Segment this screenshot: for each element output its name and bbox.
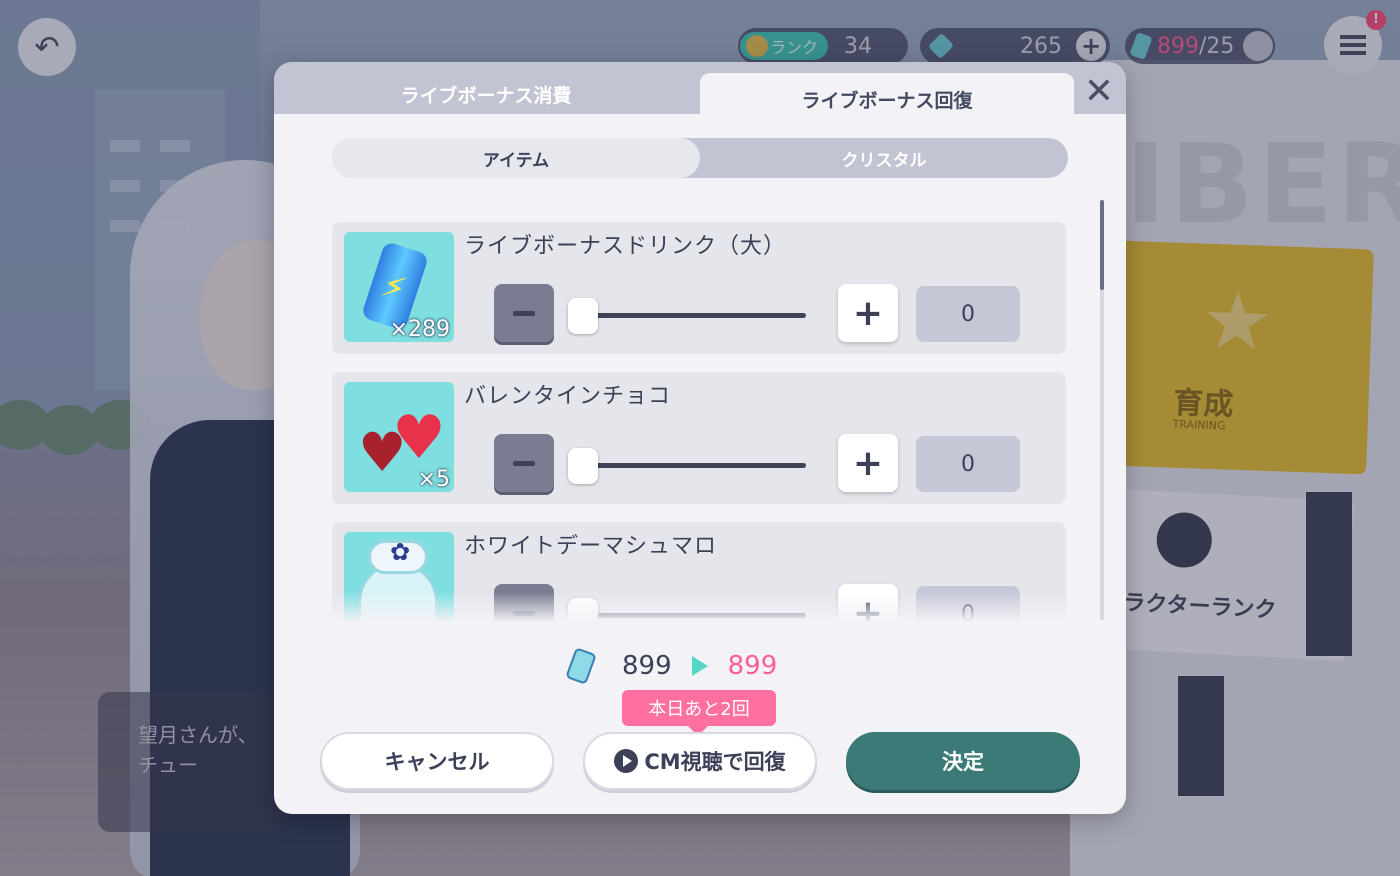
close-icon: ✕ [1083,70,1115,112]
live-bonus-icon [565,647,597,685]
live-bonus-before: 899 [622,651,672,681]
tab-live-bonus-consume[interactable]: ライブボーナス消費 [274,68,698,120]
confirm-button-label: 決定 [942,750,984,774]
live-bonus-conversion: 899 899 [565,647,778,685]
cancel-button[interactable]: キャンセル [320,732,554,790]
arrow-right-icon [691,656,708,676]
item-name: バレンタインチョコ [464,384,672,409]
item-quantity: ×5 [417,467,450,492]
list-item: ⚡ ×289 ライブボーナスドリンク（大） + 0 [332,222,1066,354]
slider-handle[interactable] [568,298,598,334]
list-scrollbar[interactable] [1100,200,1104,620]
item-thumbnail: ♥ ♥ ×5 [344,382,454,492]
list-fade [332,592,1068,622]
watch-cm-button[interactable]: CM視聴で回復 [583,732,817,790]
list-item: ♥ ♥ ×5 バレンタインチョコ + 0 [332,372,1066,504]
item-name: ホワイトデーマシュマロ [464,534,718,559]
play-icon [614,749,639,773]
item-quantity: ×289 [389,317,450,342]
quantity-slider[interactable] [582,313,806,318]
decrease-button[interactable] [494,434,554,492]
slider-handle[interactable] [568,448,598,484]
cancel-button-label: キャンセル [384,750,490,774]
segment-crystal[interactable]: クリスタル [700,138,1068,178]
tab-live-bonus-recover[interactable]: ライブボーナス回復 [700,73,1074,125]
heart-icon: ♥ [392,403,446,473]
live-bonus-dialog: ライブボーナス消費 ライブボーナス回復 ✕ アイテム クリスタル ⚡ ×289 … [274,62,1126,814]
quantity-slider[interactable] [582,463,806,468]
segment-item[interactable]: アイテム [332,138,700,178]
live-bonus-after: 899 [727,651,778,681]
item-thumbnail: ⚡ ×289 [344,232,454,342]
ribbon-icon: ✿ [390,538,411,566]
scrollbar-thumb[interactable] [1100,200,1104,290]
increase-button[interactable]: + [838,434,898,492]
increase-button[interactable]: + [838,284,898,342]
remaining-count-tooltip: 本日あと2回 [622,690,776,736]
recover-type-segment: アイテム クリスタル [332,138,1068,178]
item-use-count: 0 [916,286,1020,342]
confirm-button[interactable]: 決定 [846,732,1080,790]
watch-cm-button-label: CM視聴で回復 [644,750,786,774]
decrease-button[interactable] [494,284,554,342]
item-use-count: 0 [916,436,1020,492]
item-list[interactable]: ⚡ ×289 ライブボーナスドリンク（大） + 0 ♥ ♥ ×5 バレンタインチ… [332,222,1068,622]
chocolate-heart-icon: ♥ ♥ [354,402,446,480]
item-name: ライブボーナスドリンク（大） [464,234,787,259]
close-button[interactable]: ✕ [1080,70,1118,112]
